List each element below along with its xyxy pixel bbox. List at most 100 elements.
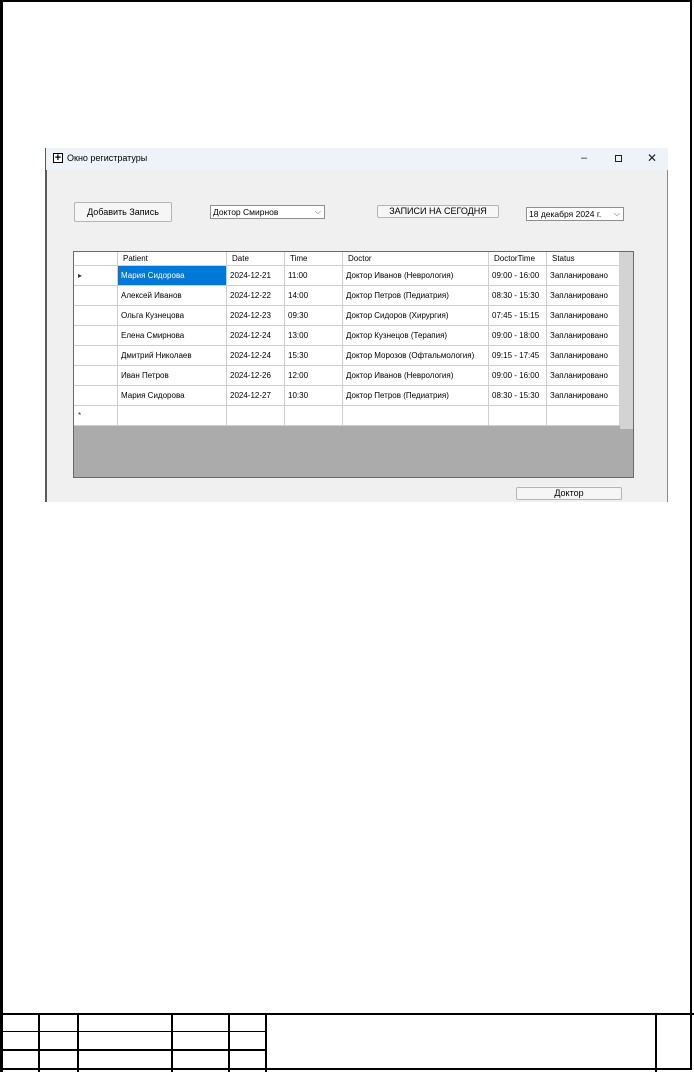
table-row[interactable]: Ольга Кузнецова 2024-12-23 09:30 Доктор Сид… <box>74 306 620 326</box>
grid-corner-header[interactable] <box>74 252 118 266</box>
cell-patient[interactable]: Алексей Иванов <box>118 286 227 306</box>
close-button[interactable]: ✕ <box>642 151 662 166</box>
appointments-grid[interactable]: Patient Date Time Doctor DoctorTime Status ▸ Ма… <box>73 251 634 478</box>
new-row-cell[interactable] <box>285 406 343 426</box>
cell-time[interactable]: 14:00 <box>285 286 343 306</box>
add-record-button[interactable]: Добавить Запись <box>74 202 172 222</box>
row-header[interactable] <box>74 346 118 366</box>
cell-doctortime[interactable]: 09:00 - 16:00 <box>489 266 547 286</box>
column-header-date[interactable]: Date <box>227 252 285 266</box>
table-row[interactable]: Дмитрий Николаев 2024-12-24 15:30 Доктор Мо… <box>74 346 620 366</box>
page-frame-left-border <box>0 0 3 1072</box>
title-block-col-line <box>228 1013 230 1072</box>
table-row[interactable]: Алексей Иванов 2024-12-22 14:00 Доктор Петр… <box>74 286 620 306</box>
cell-patient[interactable]: Елена Смирнова <box>118 326 227 346</box>
title-block-col-line <box>38 1013 40 1072</box>
cell-date[interactable]: 2024-12-26 <box>227 366 285 386</box>
date-picker-value: 18 декабря 2024 г. <box>529 209 602 219</box>
cell-date[interactable]: 2024-12-24 <box>227 346 285 366</box>
new-row-cell[interactable] <box>118 406 227 426</box>
title-block-col-line <box>77 1013 79 1072</box>
doctor-button[interactable]: Доктор <box>516 487 622 500</box>
cell-status[interactable]: Запланировано <box>547 306 620 326</box>
today-records-button[interactable]: ЗАПИСИ НА СЕГОДНЯ <box>377 205 499 218</box>
column-header-status[interactable]: Status <box>547 252 620 266</box>
title-block-col-line <box>655 1013 657 1072</box>
cell-doctor[interactable]: Доктор Кузнецов (Терапия) <box>343 326 489 346</box>
cell-time[interactable]: 09:30 <box>285 306 343 326</box>
chevron-down-icon: ⌵ <box>613 209 620 218</box>
cell-time[interactable]: 10:30 <box>285 386 343 406</box>
title-block-col-line <box>265 1013 267 1072</box>
row-header[interactable] <box>74 306 118 326</box>
row-header[interactable] <box>74 386 118 406</box>
cell-doctor[interactable]: Доктор Иванов (Неврология) <box>343 366 489 386</box>
new-row-cell[interactable] <box>489 406 547 426</box>
chevron-down-icon: ⌵ <box>314 207 321 216</box>
column-header-time[interactable]: Time <box>285 252 343 266</box>
column-header-patient[interactable]: Patient <box>118 252 227 266</box>
cell-status[interactable]: Запланировано <box>547 266 620 286</box>
doctor-select[interactable]: Доктор Смирнов ⌵ <box>210 205 325 219</box>
cell-status[interactable]: Запланировано <box>547 346 620 366</box>
cell-doctortime[interactable]: 07:45 - 15:15 <box>489 306 547 326</box>
cell-doctortime[interactable]: 09:00 - 18:00 <box>489 326 547 346</box>
cell-doctor[interactable]: Доктор Петров (Педиатрия) <box>343 286 489 306</box>
cell-patient[interactable]: Дмитрий Николаев <box>118 346 227 366</box>
minimize-button[interactable]: – <box>574 151 594 166</box>
cell-date[interactable]: 2024-12-22 <box>227 286 285 306</box>
cell-status[interactable]: Запланировано <box>547 366 620 386</box>
column-header-doctor[interactable]: Doctor <box>343 252 489 266</box>
window-edge <box>45 148 47 502</box>
cell-status[interactable]: Запланировано <box>547 286 620 306</box>
title-bar[interactable]: + Окно регистратуры – ✕ <box>46 148 668 170</box>
plus-icon: + <box>53 152 63 164</box>
table-row[interactable]: Мария Сидорова 2024-12-27 10:30 Доктор Петр… <box>74 386 620 406</box>
maximize-button[interactable] <box>608 151 628 166</box>
cell-date[interactable]: 2024-12-21 <box>227 266 285 286</box>
column-header-doctortime[interactable]: DoctorTime <box>489 252 547 266</box>
row-header[interactable]: ▸ <box>74 266 118 286</box>
cell-doctor[interactable]: Доктор Морозов (Офтальмология) <box>343 346 489 366</box>
new-row-cell[interactable] <box>227 406 285 426</box>
maximize-icon <box>614 155 622 162</box>
cell-doctor[interactable]: Доктор Сидоров (Хирургия) <box>343 306 489 326</box>
title-block-col-line <box>171 1013 173 1072</box>
row-header[interactable] <box>74 366 118 386</box>
cell-date[interactable]: 2024-12-24 <box>227 326 285 346</box>
cell-doctor[interactable]: Доктор Иванов (Неврология) <box>343 266 489 286</box>
row-header[interactable] <box>74 326 118 346</box>
cell-status[interactable]: Запланировано <box>547 326 620 346</box>
cell-patient[interactable]: Мария Сидорова <box>118 266 227 286</box>
cell-doctortime[interactable]: 09:15 - 17:45 <box>489 346 547 366</box>
table-row[interactable]: ▸ Мария Сидорова 2024-12-21 11:00 Доктор Ива… <box>74 266 620 286</box>
cell-time[interactable]: 15:30 <box>285 346 343 366</box>
grid-scrollbar[interactable] <box>620 252 633 429</box>
date-picker[interactable]: 18 декабря 2024 г. ⌵ <box>526 207 624 221</box>
cell-doctortime[interactable]: 08:30 - 15:30 <box>489 286 547 306</box>
cell-date[interactable]: 2024-12-27 <box>227 386 285 406</box>
new-row-cell[interactable] <box>547 406 620 426</box>
doctor-select-value: Доктор Смирнов <box>213 207 279 217</box>
new-row-cell[interactable] <box>343 406 489 426</box>
cell-doctortime[interactable]: 09:00 - 16:00 <box>489 366 547 386</box>
cell-patient[interactable]: Иван Петров <box>118 366 227 386</box>
row-header[interactable] <box>74 286 118 306</box>
cell-doctortime[interactable]: 08:30 - 15:30 <box>489 386 547 406</box>
cell-doctor[interactable]: Доктор Петров (Педиатрия) <box>343 386 489 406</box>
cell-patient[interactable]: Ольга Кузнецова <box>118 306 227 326</box>
cell-time[interactable]: 11:00 <box>285 266 343 286</box>
title-block-top-border <box>0 1013 694 1015</box>
new-row[interactable]: * <box>74 406 620 426</box>
cell-time[interactable]: 13:00 <box>285 326 343 346</box>
cell-time[interactable]: 12:00 <box>285 366 343 386</box>
window-title: Окно регистратуры <box>67 153 148 163</box>
cell-patient[interactable]: Мария Сидорова <box>118 386 227 406</box>
cell-status[interactable]: Запланировано <box>547 386 620 406</box>
table-row[interactable]: Елена Смирнова 2024-12-24 13:00 Доктор Кузн… <box>74 326 620 346</box>
drawing-title-block <box>0 1013 694 1072</box>
cell-date[interactable]: 2024-12-23 <box>227 306 285 326</box>
new-row-header[interactable]: * <box>74 406 118 426</box>
table-row[interactable]: Иван Петров 2024-12-26 12:00 Доктор Иванов … <box>74 366 620 386</box>
app-window: + Окно регистратуры – ✕ Добавить Запись … <box>45 148 668 502</box>
